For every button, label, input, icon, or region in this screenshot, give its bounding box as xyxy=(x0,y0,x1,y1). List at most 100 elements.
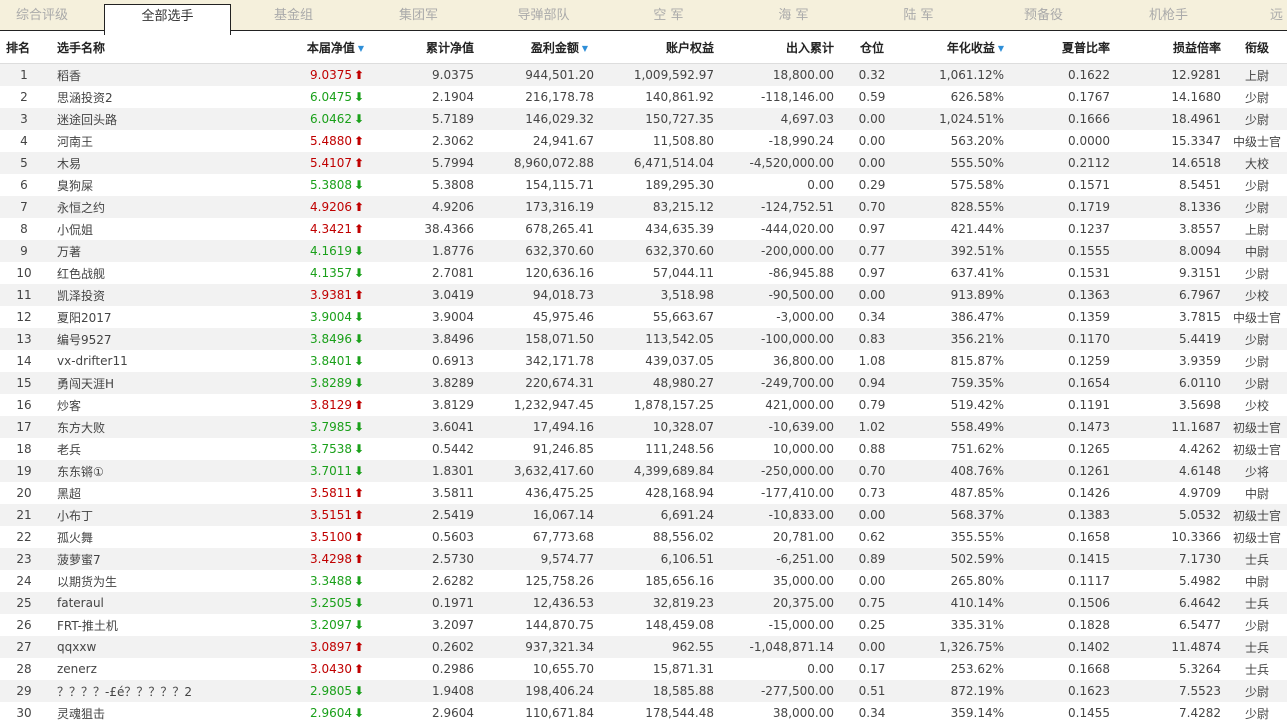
arrow-up-icon: ⬆ xyxy=(354,200,365,214)
table-row[interactable]: 21 小布丁 3.5151 ⬆ 2.5419 16,067.14 6,691.24 -10,8… xyxy=(0,504,1287,526)
cell-player-name[interactable]: 臭狗屎 xyxy=(48,174,240,196)
table-row[interactable]: 15 勇闯天涯H 3.8289 ⬇ 3.8289 220,674.31 48,980.27-… xyxy=(0,372,1287,394)
cell-player-name[interactable]: 菠萝蜜7 xyxy=(48,548,240,570)
cell-player-name[interactable]: 黑超 xyxy=(48,482,240,504)
tab-10[interactable]: 远 xyxy=(1270,0,1287,30)
table-row[interactable]: 2 思涵投资2 6.0475 ⬇ 2.1904 216,178.78 140,861.92-… xyxy=(0,86,1287,108)
cell-player-name[interactable]: 凯泽投资 xyxy=(48,284,240,306)
cell-player-name[interactable]: 河南王 xyxy=(48,130,240,152)
nav-value: 6.0462 xyxy=(310,112,352,126)
header-equity[interactable]: 账户权益 xyxy=(600,31,720,64)
header-annual[interactable]: 年化收益 ▼ xyxy=(904,31,1010,64)
cell-player-name[interactable]: 老兵 xyxy=(48,438,240,460)
table-row[interactable]: 25 fateraul 3.2505 ⬇ 0.1971 12,436.53 32,819.2… xyxy=(0,592,1287,614)
cell-player-name[interactable]: ？？？？-£é？？？？？2 xyxy=(48,680,240,702)
cell-player-name[interactable]: 永恒之约 xyxy=(48,196,240,218)
cell-player-name[interactable]: 万著 xyxy=(48,240,240,262)
table-row[interactable]: 30 灵魂狙击 2.9604 ⬇ 2.9604 110,671.84 178,544.48 3… xyxy=(0,702,1287,724)
cell-flow: -444,020.00 xyxy=(720,218,840,240)
table-row[interactable]: 9 万著 4.1619 ⬇ 1.8776 632,370.60 632,370.60 -200… xyxy=(0,240,1287,262)
cell-player-name[interactable]: 夏阳2017 xyxy=(48,306,240,328)
cell-nav: 3.9004 ⬇ xyxy=(240,306,376,328)
header-rank[interactable]: 排名 xyxy=(0,31,48,64)
table-row[interactable]: 13 编号9527 3.8496 ⬇ 3.8496 158,071.50 113,542.0… xyxy=(0,328,1287,350)
cell-player-name[interactable]: qqxxw xyxy=(48,636,240,658)
table-row[interactable]: 20 黑超 3.5811 ⬆ 3.5811 436,475.25 428,168.94 -17… xyxy=(0,482,1287,504)
cell-player-name[interactable]: 编号9527 xyxy=(48,328,240,350)
cell-player-name[interactable]: vx-drifter11 xyxy=(48,350,240,372)
table-row[interactable]: 12 夏阳2017 3.9004 ⬇ 3.9004 45,975.46 55,663.67-… xyxy=(0,306,1287,328)
table-row[interactable]: 10 红色战舰 4.1357 ⬇ 2.7081 120,636.16 57,044.11 -8… xyxy=(0,262,1287,284)
header-cum-nav[interactable]: 累计净值 xyxy=(376,31,480,64)
tab-8[interactable]: 预备役 xyxy=(981,0,1106,30)
table-row[interactable]: 5 木易 5.4107 ⬆ 5.7994 8,960,072.88 6,471,514.04… xyxy=(0,152,1287,174)
table-row[interactable]: 18 老兵 3.7538 ⬇ 0.5442 91,246.85 111,248.56 10,0… xyxy=(0,438,1287,460)
table-row[interactable]: 3 迷途回头路 6.0462 ⬇ 5.7189 146,029.32 150,727.35 4… xyxy=(0,108,1287,130)
table-row[interactable]: 4 河南王 5.4880 ⬆ 2.3062 24,941.67 11,508.80 -18,9… xyxy=(0,130,1287,152)
cell-rank: 5 xyxy=(0,152,48,174)
cell-profit: 110,671.84 xyxy=(480,702,600,724)
cell-flow: -4,520,000.00 xyxy=(720,152,840,174)
header-profit[interactable]: 盈利金额 ▼ xyxy=(480,31,600,64)
cell-flow: 421,000.00 xyxy=(720,394,840,416)
cell-grade: 少尉 xyxy=(1227,680,1287,702)
tab-2[interactable]: 基金组 xyxy=(231,0,356,30)
header-position[interactable]: 仓位 xyxy=(840,31,904,64)
tab-6[interactable]: 海 军 xyxy=(731,0,856,30)
cell-player-name[interactable]: 东方大败 xyxy=(48,416,240,438)
cell-player-name[interactable]: FRT-推土机 xyxy=(48,614,240,636)
table-row[interactable]: 1 稻香 9.0375 ⬆ 9.0375 944,501.20 1,009,592.97 18… xyxy=(0,63,1287,86)
cell-player-name[interactable]: zenerz xyxy=(48,658,240,680)
table-row[interactable]: 22 孤火舞 3.5100 ⬆ 0.5603 67,773.68 88,556.02 20,7… xyxy=(0,526,1287,548)
header-sharpe[interactable]: 夏普比率 xyxy=(1010,31,1116,64)
cell-player-name[interactable]: 木易 xyxy=(48,152,240,174)
table-row[interactable]: 16 炒客 3.8129 ⬆ 3.8129 1,232,947.45 1,878,157.2… xyxy=(0,394,1287,416)
header-flow[interactable]: 出入累计 xyxy=(720,31,840,64)
cell-player-name[interactable]: 东东锵① xyxy=(48,460,240,482)
table-row[interactable]: 17 东方大败 3.7985 ⬇ 3.6041 17,494.16 10,328.07 -10… xyxy=(0,416,1287,438)
cell-nav: 2.9604 ⬇ xyxy=(240,702,376,724)
table-row[interactable]: 26 FRT-推土机 3.2097 ⬇ 3.2097 144,870.75 148,459.… xyxy=(0,614,1287,636)
header-name[interactable]: 选手名称 xyxy=(48,31,240,64)
header-grade[interactable]: 衔级 xyxy=(1227,31,1287,64)
cell-annual: 386.47% xyxy=(904,306,1010,328)
header-pl-ratio[interactable]: 损益倍率 xyxy=(1116,31,1227,64)
cell-player-name[interactable]: 以期货为生 xyxy=(48,570,240,592)
nav-value: 3.5151 xyxy=(310,508,352,522)
table-row[interactable]: 19 东东锵① 3.7011 ⬇ 1.8301 3,632,417.60 4,399,689… xyxy=(0,460,1287,482)
tab-5[interactable]: 空 军 xyxy=(606,0,731,30)
cell-player-name[interactable]: 稻香 xyxy=(48,63,240,86)
table-row[interactable]: 29 ？？？？-£é？？？？？2 2.9805 ⬇ 1.9408 198,406.24 18… xyxy=(0,680,1287,702)
table-row[interactable]: 11 凯泽投资 3.9381 ⬆ 3.0419 94,018.73 3,518.98 -90,… xyxy=(0,284,1287,306)
table-row[interactable]: 23 菠萝蜜7 3.4298 ⬆ 2.5730 9,574.77 6,106.51 -6,25… xyxy=(0,548,1287,570)
tab-4[interactable]: 导弹部队 xyxy=(481,0,606,30)
table-row[interactable]: 28 zenerz 3.0430 ⬆ 0.2986 10,655.70 15,871.31 0… xyxy=(0,658,1287,680)
cell-player-name[interactable]: 炒客 xyxy=(48,394,240,416)
tab-3[interactable]: 集团军 xyxy=(356,0,481,30)
tab-0[interactable]: 综合评级 xyxy=(0,0,84,30)
table-row[interactable]: 27 qqxxw 3.0897 ⬆ 0.2602 937,321.34 962.55 -1,0… xyxy=(0,636,1287,658)
table-row[interactable]: 7 永恒之约 4.9206 ⬆ 4.9206 173,316.19 83,215.12 -12… xyxy=(0,196,1287,218)
cell-player-name[interactable]: 孤火舞 xyxy=(48,526,240,548)
nav-value: 3.8289 xyxy=(310,376,352,390)
arrow-up-icon: ⬆ xyxy=(354,288,365,302)
tab-7[interactable]: 陆 军 xyxy=(856,0,981,30)
cell-player-name[interactable]: 思涵投资2 xyxy=(48,86,240,108)
arrow-up-icon: ⬆ xyxy=(354,640,365,654)
cell-player-name[interactable]: 小侃姐 xyxy=(48,218,240,240)
header-profit-label: 盈利金额 xyxy=(530,40,579,55)
table-row[interactable]: 8 小侃姐 4.3421 ⬆ 38.4366 678,265.41 434,635.39 -4… xyxy=(0,218,1287,240)
cell-player-name[interactable]: fateraul xyxy=(48,592,240,614)
table-row[interactable]: 6 臭狗屎 5.3808 ⬇ 5.3808 154,115.71 189,295.30 0.0… xyxy=(0,174,1287,196)
cell-player-name[interactable]: 勇闯天涯H xyxy=(48,372,240,394)
cell-player-name[interactable]: 迷途回头路 xyxy=(48,108,240,130)
header-nav[interactable]: 本届净值 ▼ xyxy=(240,31,376,64)
table-row[interactable]: 24 以期货为生 3.3488 ⬇ 2.6282 125,758.26 185,656.16… xyxy=(0,570,1287,592)
nav-value: 5.3808 xyxy=(310,178,352,192)
table-row[interactable]: 14 vx-drifter11 3.8401 ⬇ 0.6913 342,171.78 439… xyxy=(0,350,1287,372)
tab-9[interactable]: 机枪手 xyxy=(1106,0,1231,30)
cell-player-name[interactable]: 红色战舰 xyxy=(48,262,240,284)
cell-player-name[interactable]: 灵魂狙击 xyxy=(48,702,240,724)
cell-player-name[interactable]: 小布丁 xyxy=(48,504,240,526)
cell-annual: 502.59% xyxy=(904,548,1010,570)
